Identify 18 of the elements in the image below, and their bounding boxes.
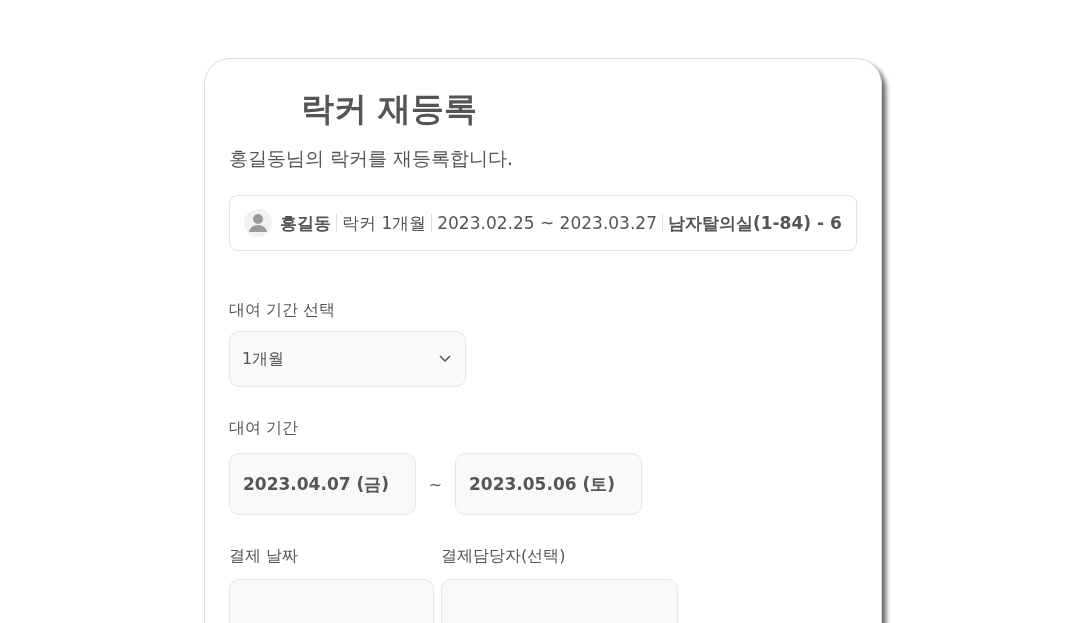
- field-label: 결제 날짜: [229, 545, 300, 567]
- chevron-down-icon: [439, 355, 451, 363]
- field-label: 결제담당자(선택): [441, 545, 567, 567]
- field-label: 대여 기간 선택: [229, 299, 337, 321]
- avatar-icon: [244, 209, 272, 237]
- member-info-text: 홍길동: [280, 211, 331, 235]
- member-info-text: 락커 1개월: [342, 211, 427, 235]
- dialog-title: 락커 재등록: [301, 88, 479, 130]
- range-separator: ~: [427, 474, 444, 494]
- period-select[interactable]: 1개월: [229, 331, 466, 387]
- staff-select[interactable]: [441, 579, 678, 623]
- dialog-subtitle: 홍길동님의 락커를 재등록합니다.: [229, 146, 515, 171]
- end-date-field[interactable]: 2023.05.06 (토): [455, 453, 642, 515]
- start-date-field[interactable]: 2023.04.07 (금): [229, 453, 416, 515]
- member-info-text: 2023.02.25 ~ 2023.03.27: [437, 213, 657, 233]
- member-info-text: 남자탈의실(1-84) - 6: [667, 211, 842, 235]
- payment-date-field[interactable]: [229, 579, 434, 623]
- field-label: 대여 기간: [229, 417, 300, 439]
